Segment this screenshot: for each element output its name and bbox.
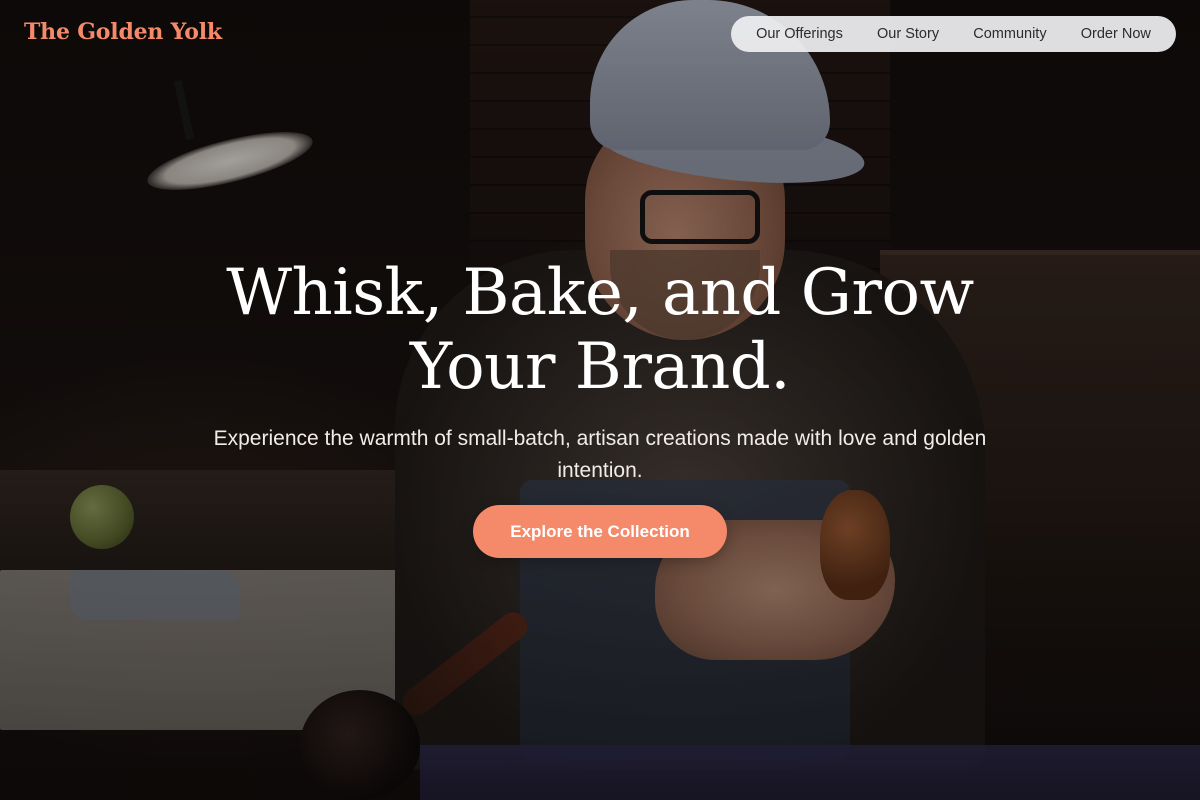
explore-collection-button[interactable]: Explore the Collection bbox=[473, 505, 727, 558]
hero-title-line2: Your Brand. bbox=[409, 330, 791, 404]
hero-title: Whisk, Bake, and Grow Your Brand. bbox=[100, 256, 1100, 404]
main-nav: Our Offerings Our Story Community Order … bbox=[731, 16, 1176, 52]
nav-item-our-story[interactable]: Our Story bbox=[869, 20, 947, 48]
hero-subtitle: Experience the warmth of small-batch, ar… bbox=[213, 427, 987, 482]
brand-logo[interactable]: The Golden Yolk bbox=[24, 19, 222, 45]
hero-title-line1: Whisk, Bake, and Grow bbox=[226, 256, 974, 330]
nav-item-our-offerings[interactable]: Our Offerings bbox=[748, 20, 851, 48]
hero-section: The Golden Yolk Our Offerings Our Story … bbox=[0, 0, 1200, 800]
nav-item-community[interactable]: Community bbox=[965, 20, 1054, 48]
nav-item-order-now[interactable]: Order Now bbox=[1073, 20, 1159, 48]
